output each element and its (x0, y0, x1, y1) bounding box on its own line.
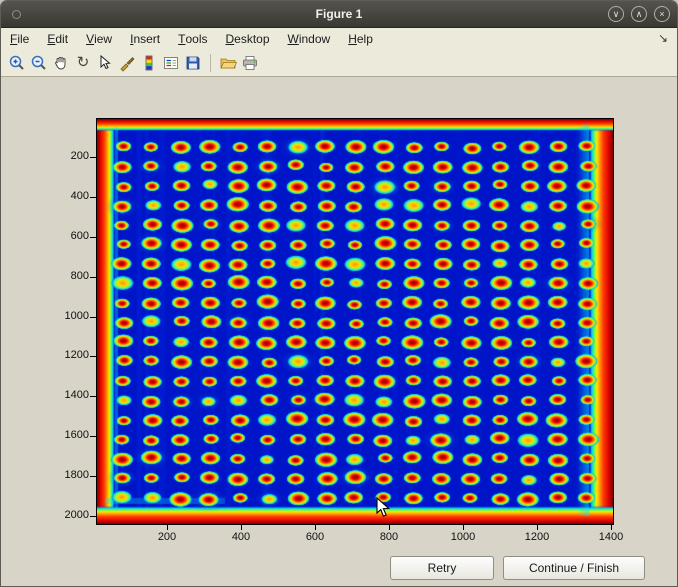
x-tick-mark (241, 525, 242, 530)
zoom-in-icon (8, 54, 26, 72)
y-tick-mark (90, 197, 96, 198)
rotate-3d-button[interactable]: ↻ (72, 52, 94, 74)
retry-button[interactable]: Retry (390, 556, 494, 580)
y-tick-label: 600 (53, 230, 89, 243)
y-tick-label: 1000 (53, 310, 89, 323)
x-tick-mark (389, 525, 390, 530)
pan-hand-icon (52, 54, 70, 72)
y-tick-mark (90, 356, 96, 357)
toolbar-separator (210, 54, 211, 72)
x-tick-label: 1000 (443, 531, 483, 544)
x-tick-mark (315, 525, 316, 530)
menu-view[interactable]: View (77, 28, 121, 50)
x-tick-label: 400 (221, 531, 261, 544)
y-tick-mark (90, 277, 96, 278)
colorbar-button[interactable] (138, 52, 160, 74)
menu-edit[interactable]: Edit (38, 28, 77, 50)
y-tick-label: 1400 (53, 389, 89, 402)
open-folder-icon (219, 54, 237, 72)
menubar: File Edit View Insert Tools Desktop Wind… (1, 28, 677, 50)
y-tick-label: 1800 (53, 469, 89, 482)
microarray-image[interactable] (97, 119, 613, 524)
y-tick-label: 400 (53, 190, 89, 203)
figure-toolbar: ↻ (1, 50, 677, 77)
y-tick-mark (90, 516, 96, 517)
y-tick-mark (90, 396, 96, 397)
pan-button[interactable] (50, 52, 72, 74)
menu-tools[interactable]: Tools (169, 28, 216, 50)
y-tick-label: 1600 (53, 429, 89, 442)
rotate-3d-icon: ↻ (77, 54, 90, 72)
x-tick-label: 800 (369, 531, 409, 544)
save-button[interactable] (182, 52, 204, 74)
print-button[interactable] (239, 52, 261, 74)
data-cursor-icon (96, 54, 114, 72)
save-icon (184, 54, 202, 72)
print-icon (241, 54, 259, 72)
x-tick-mark (463, 525, 464, 530)
menu-file[interactable]: File (1, 28, 38, 50)
brush-icon (118, 54, 136, 72)
x-tick-label: 600 (295, 531, 335, 544)
y-tick-mark (90, 157, 96, 158)
window-title: Figure 1 (1, 7, 677, 21)
dock-figure-icon[interactable]: ↘ (658, 31, 668, 45)
menu-help[interactable]: Help (339, 28, 382, 50)
x-tick-mark (167, 525, 168, 530)
y-tick-label: 800 (53, 270, 89, 283)
brush-button[interactable] (116, 52, 138, 74)
menu-insert[interactable]: Insert (121, 28, 169, 50)
y-tick-label: 2000 (53, 509, 89, 522)
menu-desktop[interactable]: Desktop (216, 28, 278, 50)
colorbar-icon (140, 54, 158, 72)
legend-button[interactable] (160, 52, 182, 74)
close-button[interactable]: × (654, 6, 670, 22)
y-tick-label: 1200 (53, 349, 89, 362)
x-tick-label: 1400 (591, 531, 631, 544)
titlebar: Figure 1 ∨ ∧ × (1, 1, 677, 28)
open-folder-button[interactable] (217, 52, 239, 74)
legend-icon (162, 54, 180, 72)
x-tick-label: 1200 (517, 531, 557, 544)
zoom-out-button[interactable] (28, 52, 50, 74)
x-tick-mark (611, 525, 612, 530)
y-tick-label: 200 (53, 150, 89, 163)
y-tick-mark (90, 237, 96, 238)
x-tick-label: 200 (147, 531, 187, 544)
data-cursor-button[interactable] (94, 52, 116, 74)
menu-window[interactable]: Window (279, 28, 340, 50)
y-tick-mark (90, 476, 96, 477)
maximize-button[interactable]: ∧ (631, 6, 647, 22)
y-tick-mark (90, 317, 96, 318)
axes-frame (96, 118, 614, 525)
zoom-out-icon (30, 54, 48, 72)
y-tick-mark (90, 436, 96, 437)
continue-finish-button[interactable]: Continue / Finish (503, 556, 645, 580)
zoom-in-button[interactable] (6, 52, 28, 74)
minimize-button[interactable]: ∨ (608, 6, 624, 22)
figure-window: Figure 1 ∨ ∧ × File Edit View Insert Too… (0, 0, 678, 587)
x-tick-mark (537, 525, 538, 530)
